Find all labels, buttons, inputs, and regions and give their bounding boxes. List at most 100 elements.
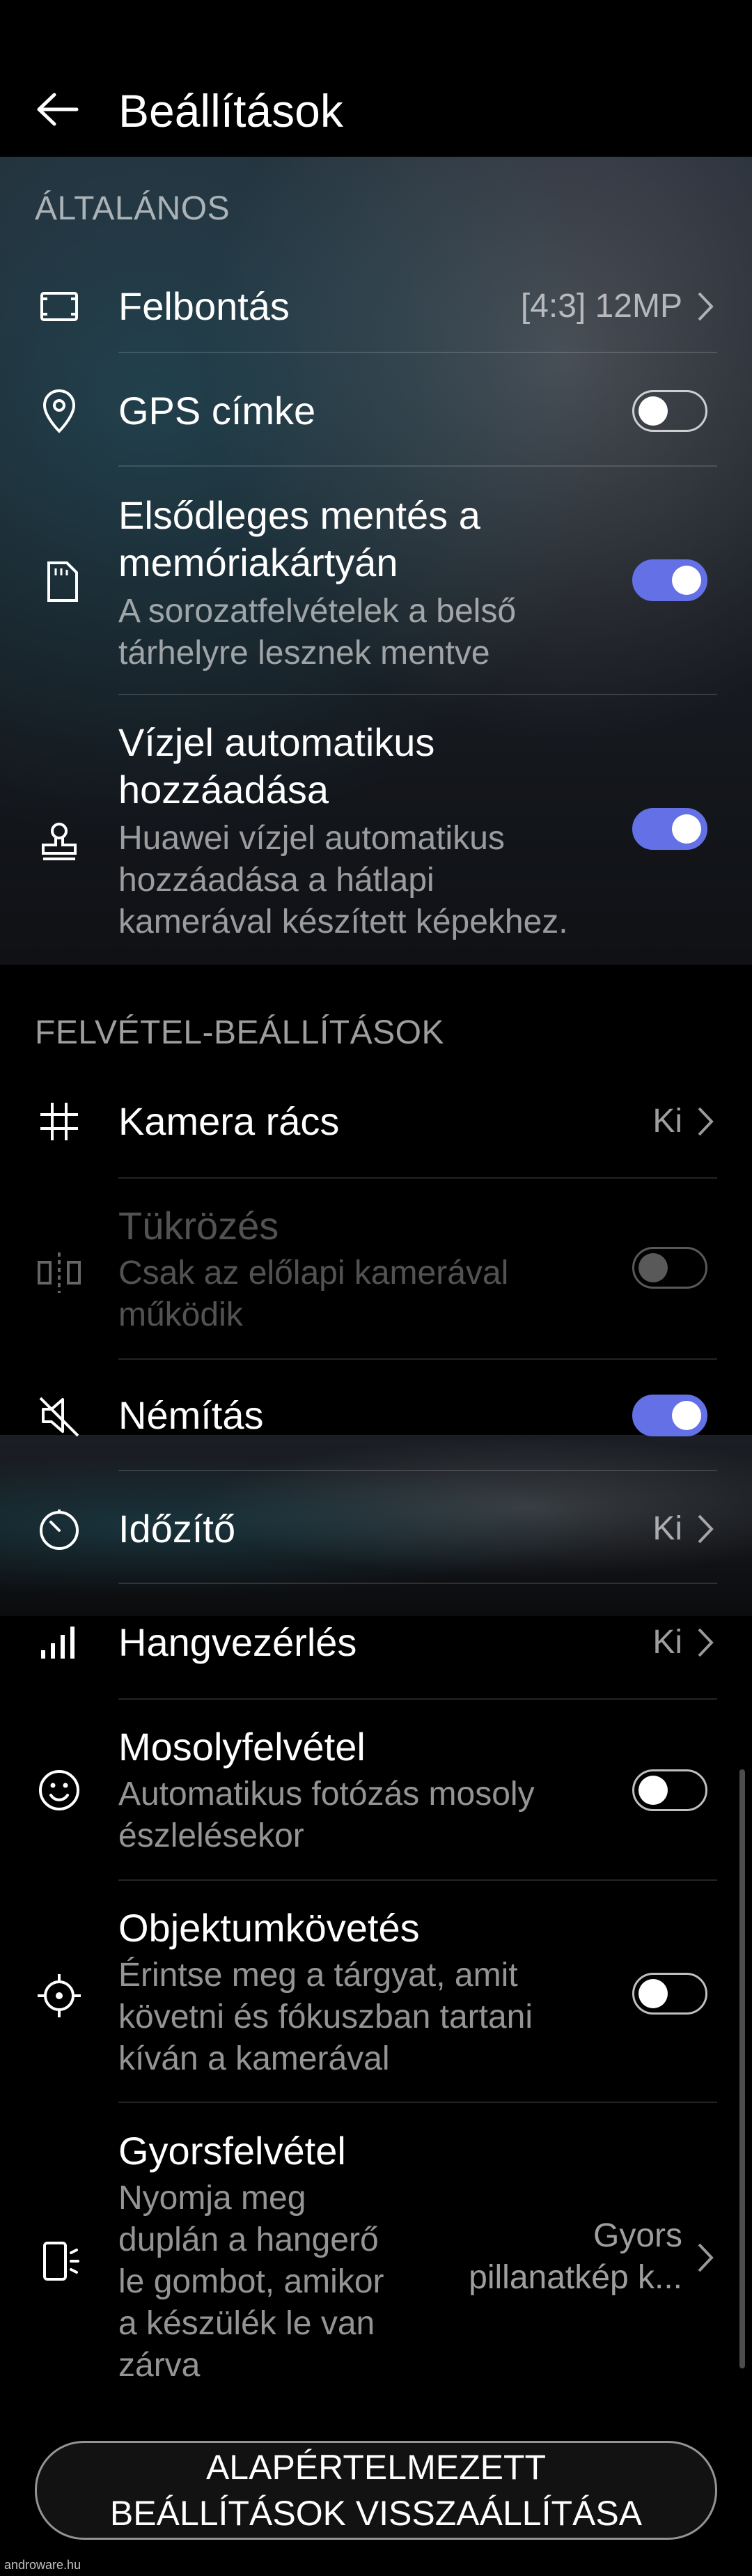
setting-title: Felbontás [118, 284, 290, 328]
setting-value-line2: pillanatkép k... [469, 2259, 682, 2296]
setting-title: Gyorsfelvétel [118, 2129, 346, 2173]
setting-title: Objektumkövetés [118, 1906, 420, 1950]
speaker-muted-icon [28, 1384, 91, 1447]
gps-toggle[interactable] [632, 390, 707, 432]
divider [118, 2102, 717, 2103]
setting-mirror[interactable]: Tükrözés Csak az előlapi kamerával működ… [0, 1193, 752, 1353]
smile-icon [28, 1759, 91, 1822]
divider [118, 1358, 717, 1360]
divider [118, 1470, 717, 1471]
sd-card-icon [28, 550, 91, 613]
divider [118, 1698, 717, 1700]
reset-defaults-button[interactable]: ALAPÉRTELMEZETT BEÁLLÍTÁSOK VISSZAÁLLÍTÁ… [35, 2441, 717, 2540]
setting-subtitle-line2: észlelésekor [118, 1817, 304, 1854]
toggle-knob [639, 396, 668, 426]
reset-button-line2: BEÁLLÍTÁSOK VISSZAÁLLÍTÁSA [109, 2494, 643, 2533]
reset-button-line1: ALAPÉRTELMEZETT [205, 2448, 547, 2487]
setting-resolution[interactable]: Felbontás [4:3] 12MP [0, 265, 752, 348]
setting-subtitle-line3: kamerával készített képekhez. [118, 903, 568, 940]
setting-title-line2: memóriakártyán [118, 541, 398, 584]
chevron-right-icon [694, 1104, 717, 1139]
source-watermark: androware.hu [4, 2558, 81, 2572]
setting-value: Ki [652, 1624, 682, 1661]
setting-value: Ki [652, 1510, 682, 1547]
resolution-icon [28, 275, 91, 338]
setting-subtitle-line2: duplán a hangerő [118, 2221, 379, 2258]
mute-toggle[interactable] [632, 1395, 707, 1436]
sd-card-toggle[interactable] [632, 559, 707, 601]
phone-volume-icon [28, 2229, 91, 2292]
mirror-icon [28, 1241, 91, 1304]
setting-subtitle-line3: le gombot, amikor [118, 2263, 384, 2300]
setting-mute[interactable]: Némítás [0, 1374, 752, 1457]
divider [118, 1879, 717, 1881]
toggle-knob [672, 1401, 701, 1430]
setting-subtitle-line5: zárva [118, 2347, 201, 2384]
setting-subtitle-line2: működik [118, 1296, 243, 1333]
divider [118, 352, 717, 353]
section-header-general: ÁLTALÁNOS [35, 190, 230, 227]
setting-timer[interactable]: Időzítő Ki [0, 1487, 752, 1571]
setting-title: GPS címke [118, 389, 316, 433]
setting-title: Némítás [118, 1393, 264, 1437]
divider [118, 465, 717, 467]
location-pin-icon [28, 380, 91, 442]
setting-value: [4:3] 12MP [520, 288, 682, 325]
setting-title: Mosolyfelvétel [118, 1725, 366, 1769]
timer-icon [28, 1498, 91, 1560]
setting-title: Tükrözés [118, 1204, 279, 1248]
setting-subtitle-line1: Érintse meg a tárgyat, amit [118, 1957, 518, 1994]
chevron-right-icon [694, 1512, 717, 1546]
chevron-right-icon [694, 289, 717, 324]
section-header-capture: FELVÉTEL-BEÁLLÍTÁSOK [35, 1014, 444, 1051]
setting-value-line1: Gyors [593, 2217, 682, 2254]
setting-title-line2: hozzáadása [118, 768, 329, 812]
setting-title: Kamera rács [118, 1099, 340, 1143]
setting-subtitle-line2: követni és fókuszban tartani [118, 1999, 533, 2035]
setting-subtitle-line1: Huawei vízjel automatikus [118, 820, 505, 857]
setting-smile-capture[interactable]: Mosolyfelvétel Automatikus fotózás mosol… [0, 1714, 752, 1874]
setting-subtitle-line1: Csak az előlapi kamerával [118, 1255, 509, 1291]
setting-gps-tag[interactable]: GPS címke [0, 369, 752, 453]
setting-ultra-snapshot[interactable]: Gyorsfelvétel Nyomja meg duplán a hanger… [0, 2118, 752, 2396]
setting-subtitle-line1: Automatikus fotózás mosoly [118, 1776, 535, 1813]
setting-title: Időzítő [118, 1507, 236, 1551]
object-tracking-toggle[interactable] [632, 1973, 707, 2015]
scrollbar[interactable] [739, 1769, 745, 2368]
toggle-knob [639, 1253, 668, 1282]
setting-title-line1: Vízjel automatikus [118, 720, 435, 764]
setting-subtitle-line4: a készülék le van [118, 2305, 375, 2342]
setting-subtitle-line1: Nyomja meg [118, 2180, 306, 2217]
mirror-toggle[interactable] [632, 1247, 707, 1289]
reset-button-label: ALAPÉRTELMEZETT BEÁLLÍTÁSOK VISSZAÁLLÍTÁ… [110, 2444, 642, 2536]
setting-camera-grid[interactable]: Kamera rács Ki [0, 1080, 752, 1163]
divider [118, 1177, 717, 1179]
chevron-right-icon [694, 2240, 717, 2275]
grid-icon [28, 1090, 91, 1153]
page-title: Beállítások [118, 85, 343, 137]
setting-value: Ki [652, 1103, 682, 1140]
signal-bars-icon [28, 1611, 91, 1674]
chevron-right-icon [694, 1625, 717, 1660]
app-header: Beállítások [0, 0, 752, 157]
setting-auto-watermark[interactable]: Vízjel automatikus hozzáadása Huawei víz… [0, 711, 752, 954]
setting-subtitle-line3: kíván a kamerával [118, 2040, 390, 2077]
setting-title: Hangvezérlés [118, 1620, 357, 1664]
stamp-icon [28, 812, 91, 874]
arrow-left-icon [37, 93, 79, 126]
smile-capture-toggle[interactable] [632, 1769, 707, 1811]
divider [118, 1583, 717, 1584]
setting-subtitle-line2: tárhelyre lesznek mentve [118, 635, 490, 672]
toggle-knob [672, 566, 701, 595]
divider [118, 694, 717, 695]
setting-title-line1: Elsődleges mentés a [118, 493, 480, 537]
setting-voice-control[interactable]: Hangvezérlés Ki [0, 1601, 752, 1684]
toggle-knob [639, 1979, 668, 2008]
back-button[interactable] [26, 78, 89, 141]
toggle-knob [639, 1776, 668, 1805]
crosshair-icon [28, 1964, 91, 2027]
watermark-toggle[interactable] [632, 808, 707, 850]
toggle-knob [672, 814, 701, 844]
setting-save-to-sd[interactable]: Elsődleges mentés a memóriakártyán A sor… [0, 481, 752, 690]
setting-object-tracking[interactable]: Objektumkövetés Érintse meg a tárgyat, a… [0, 1895, 752, 2097]
